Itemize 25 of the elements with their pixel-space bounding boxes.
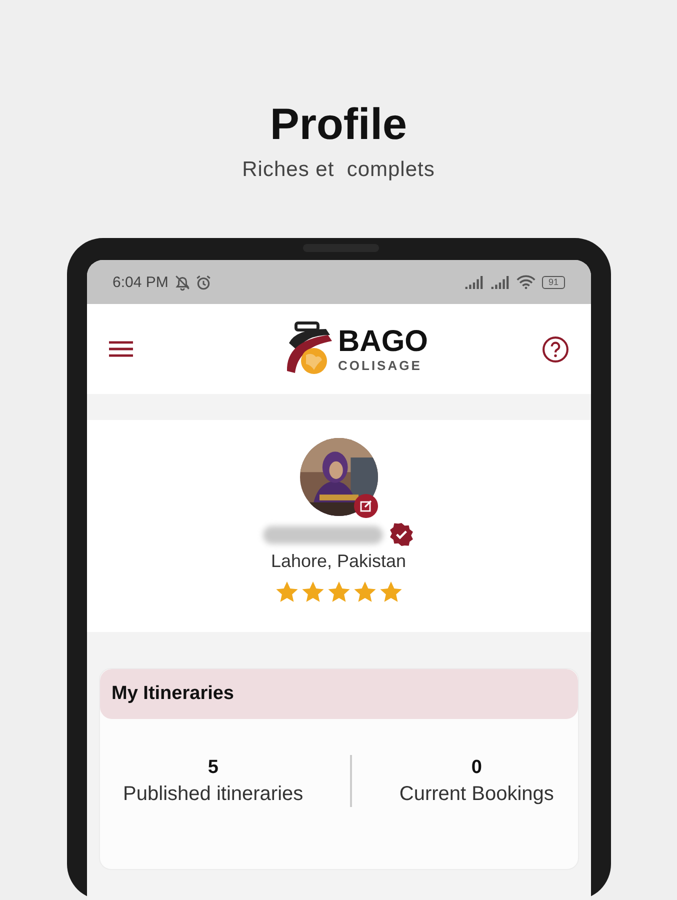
section-header: My Itineraries (100, 669, 578, 719)
signal-icon (490, 276, 510, 288)
star-icon (378, 580, 402, 604)
star-icon (274, 580, 298, 604)
stat-label: Current Bookings (399, 782, 554, 806)
logo-wordmark: BAGO (338, 326, 428, 358)
status-time: 6:04 PM (112, 274, 168, 290)
wifi-icon (516, 275, 536, 289)
page-title: Profile (270, 99, 407, 151)
alarm-icon (195, 274, 212, 290)
star-icon (326, 580, 350, 604)
logo-tagline: COLISAGE (338, 358, 423, 372)
help-icon[interactable] (542, 336, 568, 362)
bell-off-icon (174, 274, 192, 290)
menu-icon[interactable] (108, 340, 132, 358)
stat-value: 5 (208, 756, 218, 778)
page-subtitle: Riches et complets (242, 158, 435, 182)
edit-icon[interactable] (354, 494, 378, 518)
location-text: Lahore, Pakistan (270, 551, 406, 572)
stat-label: Published itineraries (123, 782, 304, 806)
battery-indicator: 91 (542, 276, 564, 288)
signal-icon (464, 276, 484, 288)
stat-value: 0 (471, 756, 482, 778)
star-icon (300, 580, 324, 604)
star-icon (352, 580, 376, 604)
